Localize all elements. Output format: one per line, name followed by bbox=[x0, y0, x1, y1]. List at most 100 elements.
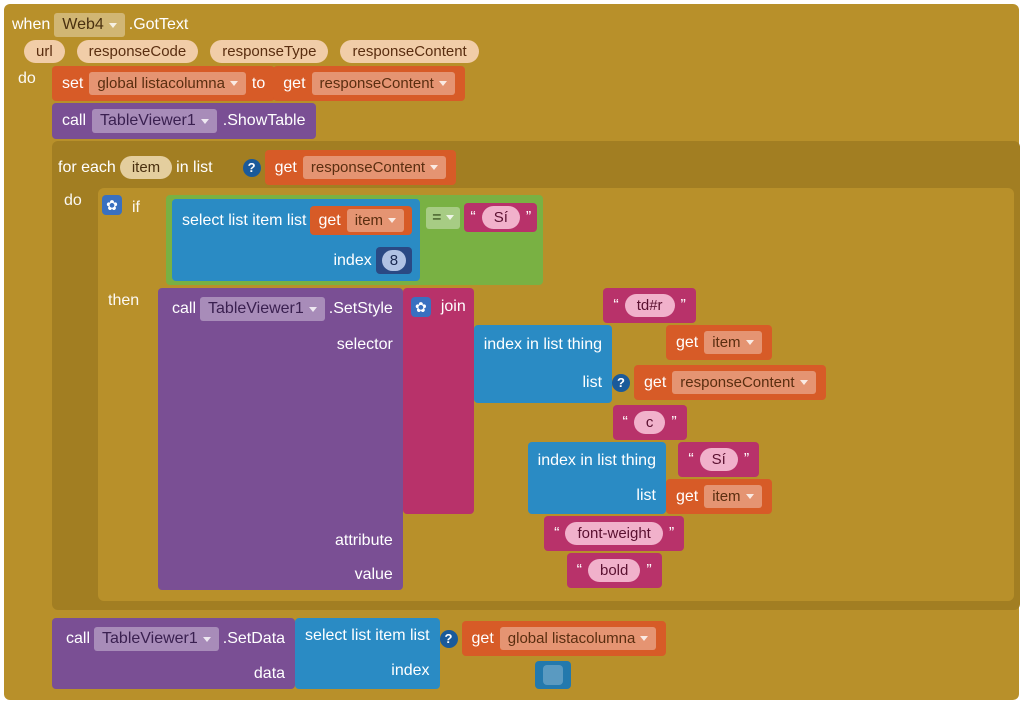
variable-dropdown-listacolumna[interactable]: global listacolumna bbox=[89, 72, 246, 95]
method-setdata-label: .SetData bbox=[223, 630, 285, 648]
component-dropdown-tableviewer1-a[interactable]: TableViewer1 bbox=[92, 109, 217, 133]
gear-icon-2[interactable]: ✿ bbox=[411, 297, 431, 317]
call-setdata-block[interactable]: call TableViewer1 .SetData data select l… bbox=[52, 618, 666, 689]
inlist-label: in list bbox=[176, 159, 212, 177]
join-label: join bbox=[441, 298, 466, 316]
get-responsecontent-block[interactable]: get responseContent bbox=[265, 150, 457, 185]
do-label: do bbox=[12, 66, 48, 92]
variable-dropdown-responsecontent-2[interactable]: responseContent bbox=[303, 156, 446, 179]
item-variable[interactable]: item bbox=[120, 156, 172, 179]
component-dropdown-tableviewer1-c[interactable]: TableViewer1 bbox=[94, 627, 219, 651]
param-responseCode[interactable]: responseCode bbox=[77, 40, 199, 63]
get-label-6: get bbox=[676, 488, 698, 506]
gear-icon[interactable]: ✿ bbox=[102, 195, 122, 215]
arg-selector-label: selector bbox=[337, 336, 393, 354]
get-listacolumna-block[interactable]: get global listacolumna bbox=[462, 621, 667, 656]
component-dropdown-web4[interactable]: Web4 bbox=[54, 13, 125, 37]
get-label-4: get bbox=[676, 334, 698, 352]
text-si[interactable]: Sí bbox=[482, 206, 520, 229]
arg-data-label: data bbox=[254, 665, 285, 683]
get-label-5: get bbox=[644, 374, 666, 392]
then-label: then bbox=[102, 288, 154, 314]
quote-close: ” bbox=[526, 209, 531, 227]
quote-open-5: “ bbox=[554, 525, 559, 543]
join-block[interactable]: ✿ join “ td#r ” bbox=[403, 288, 826, 514]
equals-dropdown[interactable]: = bbox=[426, 207, 460, 229]
get-item-block-3[interactable]: get item bbox=[666, 479, 772, 514]
text-fontweight[interactable]: font-weight bbox=[565, 522, 662, 545]
variable-dropdown-item-3[interactable]: item bbox=[704, 485, 761, 508]
text-block-tdr[interactable]: “ td#r ” bbox=[603, 288, 696, 323]
arg-value-label: value bbox=[355, 566, 393, 584]
index-in-list-label-2: index in list thing bbox=[538, 452, 656, 470]
index-in-list-label-1: index in list thing bbox=[484, 336, 602, 354]
text-bold[interactable]: bold bbox=[588, 559, 640, 582]
help-icon-3[interactable]: ? bbox=[440, 630, 458, 648]
variable-dropdown-listacolumna-2[interactable]: global listacolumna bbox=[500, 627, 657, 650]
get-label-7: get bbox=[472, 630, 494, 648]
get-responsecontent-block-2[interactable]: get responseContent bbox=[634, 365, 826, 400]
call-label: call bbox=[62, 112, 86, 130]
list-label-2: list bbox=[636, 487, 656, 505]
select-list-item-block[interactable]: select list item list get item bbox=[172, 199, 420, 281]
text-tdr[interactable]: td#r bbox=[625, 294, 675, 317]
quote-close-2: ” bbox=[681, 297, 686, 315]
text-block-bold[interactable]: “ bold ” bbox=[567, 553, 662, 588]
quote-close-3: ” bbox=[671, 414, 676, 432]
text-block-si-2[interactable]: “ Sí ” bbox=[678, 442, 759, 477]
text-block-c[interactable]: “ c ” bbox=[613, 405, 687, 440]
number-block-8[interactable]: 8 bbox=[376, 247, 412, 274]
event-block-when-gottext[interactable]: when Web4 .GotText url responseCode resp… bbox=[4, 4, 1019, 700]
index-label-2: index bbox=[391, 662, 429, 680]
variable-dropdown-item[interactable]: item bbox=[347, 209, 404, 232]
index-in-list-block-2[interactable]: index in list thing list “ Sí bbox=[528, 442, 772, 514]
get-label: get bbox=[283, 75, 305, 93]
if-label: if bbox=[126, 195, 162, 221]
to-label: to bbox=[252, 75, 265, 93]
method-showtable-label: .ShowTable bbox=[223, 112, 306, 130]
text-block-si[interactable]: “ Sí ” bbox=[464, 203, 537, 232]
set-global-block[interactable]: set global listacolumna to get responseC… bbox=[52, 66, 465, 101]
foreach-block[interactable]: for each item in list ? get responseCont… bbox=[52, 141, 1020, 610]
quote-open-4: “ bbox=[688, 451, 693, 469]
variable-dropdown-responsecontent-3[interactable]: responseContent bbox=[672, 371, 815, 394]
select-list-label: select list item list bbox=[182, 212, 306, 230]
if-block[interactable]: ✿ if select list item list get bbox=[98, 188, 1014, 601]
index-in-list-block-1[interactable]: index in list thing list get item bbox=[474, 325, 826, 403]
quote-close-6: ” bbox=[646, 562, 651, 580]
quote-open-2: “ bbox=[613, 297, 618, 315]
get-item-block-2[interactable]: get item bbox=[666, 325, 772, 360]
component-dropdown-tableviewer1-b[interactable]: TableViewer1 bbox=[200, 297, 325, 321]
param-url[interactable]: url bbox=[24, 40, 65, 63]
param-responseContent[interactable]: responseContent bbox=[340, 40, 478, 63]
help-icon-2[interactable]: ? bbox=[612, 374, 630, 392]
text-c[interactable]: c bbox=[634, 411, 666, 434]
select-list-label-2: select list item list bbox=[305, 627, 429, 645]
variable-dropdown-item-2[interactable]: item bbox=[704, 331, 761, 354]
event-method-label: .GotText bbox=[129, 16, 189, 34]
text-si-2[interactable]: Sí bbox=[700, 448, 738, 471]
empty-index-socket[interactable] bbox=[535, 661, 571, 689]
call-showtable-block[interactable]: call TableViewer1 .ShowTable bbox=[52, 103, 316, 139]
call-label-3: call bbox=[66, 630, 90, 648]
index-value[interactable]: 8 bbox=[382, 250, 406, 271]
get-label-3: get bbox=[318, 212, 340, 230]
select-list-item-block-2[interactable]: select list item list index ? get global… bbox=[295, 618, 666, 689]
set-label: set bbox=[62, 75, 83, 93]
quote-close-5: ” bbox=[669, 525, 674, 543]
when-label: when bbox=[12, 16, 50, 34]
foreach-label: for each bbox=[58, 159, 116, 177]
help-icon[interactable]: ? bbox=[243, 159, 261, 177]
get-item-block[interactable]: get item bbox=[310, 206, 412, 235]
variable-dropdown-responsecontent[interactable]: responseContent bbox=[312, 72, 455, 95]
quote-close-4: ” bbox=[744, 451, 749, 469]
list-label-1: list bbox=[582, 374, 602, 392]
method-setstyle-label: .SetStyle bbox=[329, 300, 393, 318]
param-responseType[interactable]: responseType bbox=[210, 40, 328, 63]
call-setstyle-block[interactable]: call TableViewer1 .SetStyle selector att… bbox=[158, 288, 826, 590]
do-label-2: do bbox=[58, 188, 94, 214]
quote-open-3: “ bbox=[623, 414, 628, 432]
text-block-fontweight[interactable]: “ font-weight ” bbox=[544, 516, 684, 551]
compare-block[interactable]: select list item list get item bbox=[166, 195, 543, 285]
arg-attribute-label: attribute bbox=[335, 532, 393, 550]
